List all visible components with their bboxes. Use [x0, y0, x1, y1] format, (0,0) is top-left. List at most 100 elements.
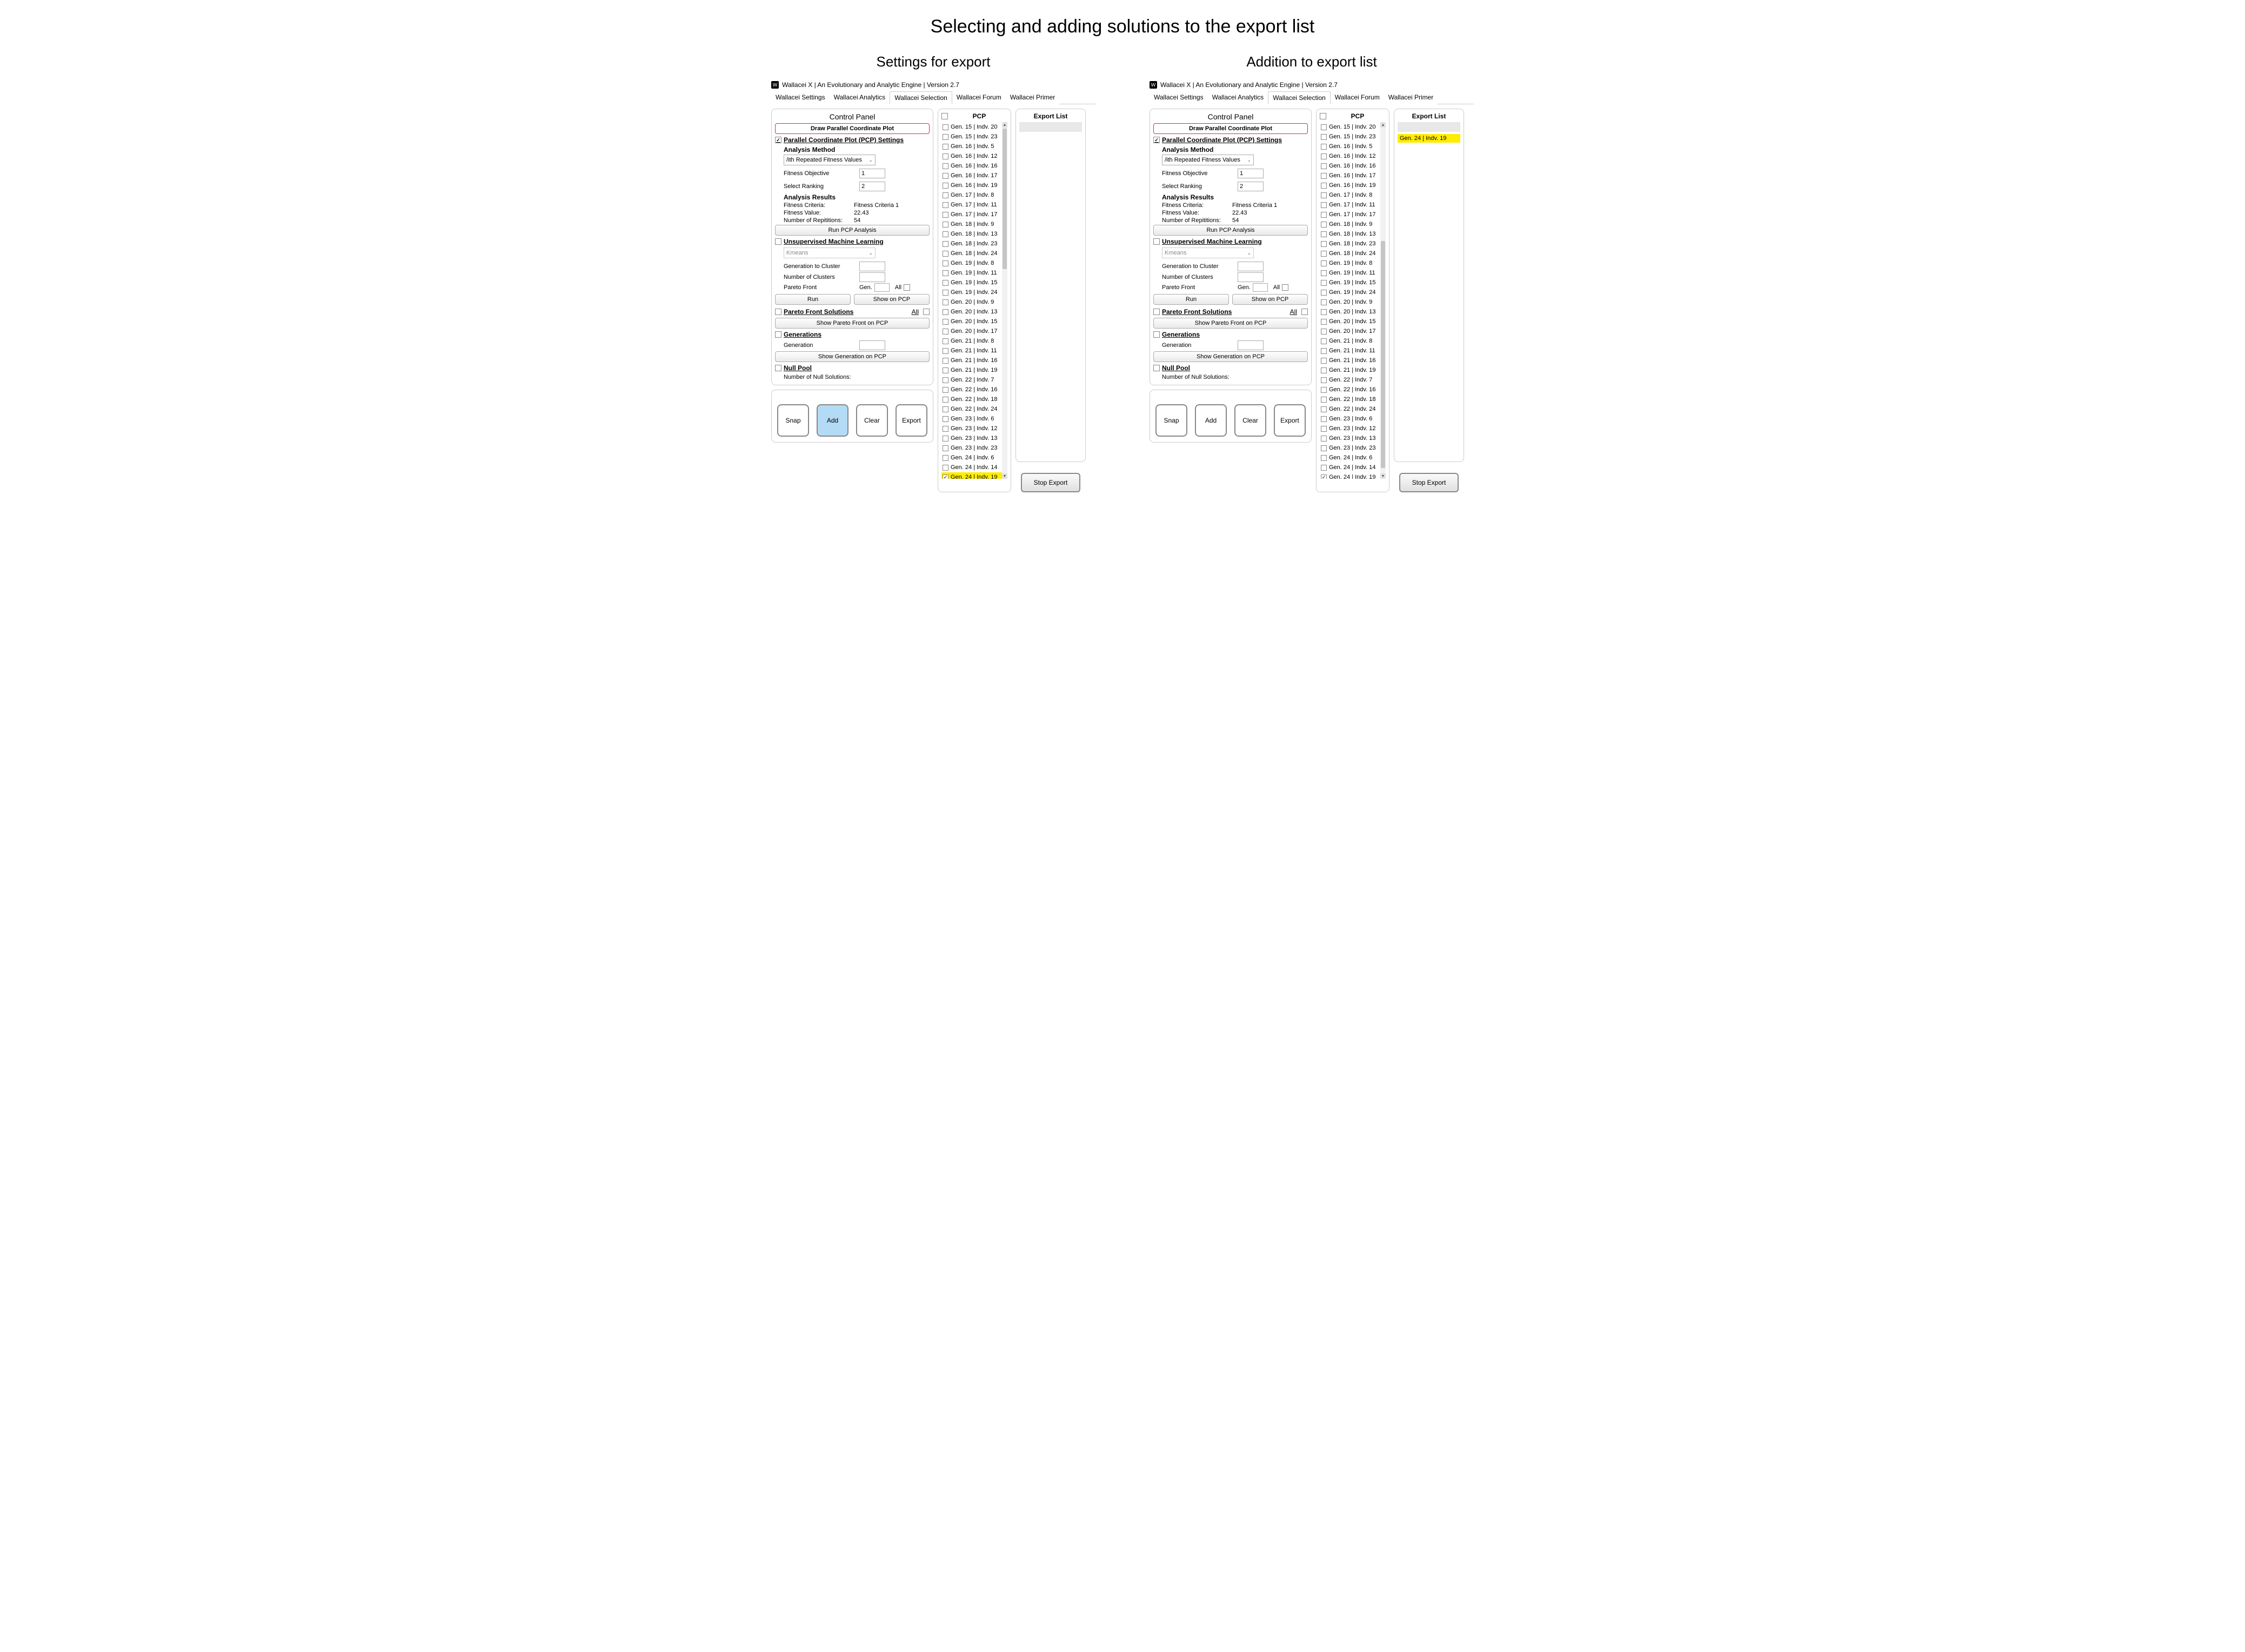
draw-pcp-button[interactable]: Draw Parallel Coordinate Plot	[775, 123, 930, 134]
pcp-list-item[interactable]: Gen. 16 | Indv. 19	[941, 180, 1002, 190]
pcp-list-item[interactable]: Gen. 22 | Indv. 16	[941, 385, 1002, 394]
scrollbar[interactable]: ▲ ▼	[1380, 122, 1386, 479]
pcp-item-checkbox[interactable]	[1321, 426, 1327, 432]
pcp-item-checkbox[interactable]	[1321, 280, 1327, 286]
generation-input[interactable]	[1238, 340, 1264, 350]
pcp-list-item[interactable]: Gen. 18 | Indv. 24	[1320, 249, 1380, 258]
num-clusters-input[interactable]	[859, 272, 885, 282]
pcp-item-checkbox[interactable]	[943, 212, 948, 218]
pcp-list-item[interactable]: Gen. 21 | Indv. 19	[941, 365, 1002, 375]
gen-cluster-input[interactable]	[1238, 262, 1264, 271]
pcp-item-checkbox[interactable]	[1321, 173, 1327, 179]
pcp-item-checkbox[interactable]	[1321, 192, 1327, 198]
pcp-item-checkbox[interactable]	[1321, 329, 1327, 335]
pcp-item-checkbox[interactable]	[943, 338, 948, 344]
pcp-item-checkbox[interactable]	[943, 124, 948, 130]
pcp-list-item[interactable]: Gen. 19 | Indv. 15	[1320, 278, 1380, 287]
pcp-list-item[interactable]: Gen. 17 | Indv. 11	[1320, 200, 1380, 210]
pcp-list-item[interactable]: Gen. 22 | Indv. 7	[941, 375, 1002, 385]
pcp-item-checkbox[interactable]	[1321, 309, 1327, 315]
pcp-list-item[interactable]: Gen. 18 | Indv. 24	[941, 249, 1002, 258]
pcp-item-checkbox[interactable]	[943, 465, 948, 471]
pcp-item-checkbox[interactable]: ✓	[943, 474, 948, 479]
pcp-item-checkbox[interactable]	[1321, 163, 1327, 169]
pcp-settings-header[interactable]: ✓ Parallel Coordinate Plot (PCP) Setting…	[775, 136, 930, 144]
pcp-item-checkbox[interactable]	[943, 367, 948, 373]
pcp-list-item[interactable]: Gen. 20 | Indv. 9	[941, 297, 1002, 307]
pcp-list-item[interactable]: Gen. 24 | Indv. 14	[941, 463, 1002, 472]
draw-pcp-button[interactable]: Draw Parallel Coordinate Plot	[1153, 123, 1308, 134]
snap-button[interactable]: Snap	[777, 404, 809, 437]
pcp-item-checkbox[interactable]	[943, 416, 948, 422]
pcp-item-checkbox[interactable]	[1321, 348, 1327, 354]
pcp-list-item[interactable]: Gen. 24 | Indv. 14	[1320, 463, 1380, 472]
pareto-all-checkbox[interactable]	[1301, 309, 1308, 315]
scroll-thumb[interactable]	[1381, 241, 1385, 468]
gen-field[interactable]	[1253, 283, 1268, 292]
pcp-list[interactable]: Gen. 15 | Indv. 20Gen. 15 | Indv. 23Gen.…	[1320, 122, 1380, 479]
pcp-list-item[interactable]: Gen. 22 | Indv. 24	[941, 404, 1002, 414]
pcp-list-item[interactable]: Gen. 19 | Indv. 11	[1320, 268, 1380, 278]
tab-wallacei-primer[interactable]: Wallacei Primer	[1006, 91, 1060, 104]
tab-wallacei-analytics[interactable]: Wallacei Analytics	[1208, 91, 1268, 104]
pcp-item-checkbox[interactable]	[1321, 397, 1327, 403]
pcp-item-checkbox[interactable]	[1321, 144, 1327, 150]
run-pcp-analysis-button[interactable]: Run PCP Analysis	[775, 225, 930, 236]
scroll-up-icon[interactable]: ▲	[1002, 122, 1007, 128]
pcp-list-item[interactable]: Gen. 22 | Indv. 18	[1320, 394, 1380, 404]
pcp-item-checkbox[interactable]	[1321, 338, 1327, 344]
pcp-list-item[interactable]: Gen. 23 | Indv. 13	[941, 433, 1002, 443]
uml-header[interactable]: Unsupervised Machine Learning	[1153, 238, 1308, 245]
pcp-item-checkbox[interactable]	[943, 153, 948, 159]
pcp-list-item[interactable]: Gen. 21 | Indv. 8	[1320, 336, 1380, 346]
tab-wallacei-analytics[interactable]: Wallacei Analytics	[830, 91, 890, 104]
pcp-item-checkbox[interactable]	[1321, 124, 1327, 130]
pcp-item-checkbox[interactable]	[943, 163, 948, 169]
pcp-list-item[interactable]: Gen. 15 | Indv. 20	[1320, 122, 1380, 132]
pcp-item-checkbox[interactable]	[943, 134, 948, 140]
export-list-item[interactable]: Gen. 24 | Indv. 19	[1398, 134, 1460, 143]
pcp-list-item[interactable]: Gen. 16 | Indv. 12	[941, 151, 1002, 161]
pcp-list-item[interactable]: Gen. 19 | Indv. 8	[941, 258, 1002, 268]
pcp-item-checkbox[interactable]	[943, 406, 948, 412]
tab-wallacei-forum[interactable]: Wallacei Forum	[952, 91, 1006, 104]
pcp-list-item[interactable]: Gen. 18 | Indv. 13	[941, 229, 1002, 239]
pareto-solutions-header[interactable]: Pareto Front Solutions All	[775, 308, 930, 316]
pcp-list[interactable]: Gen. 15 | Indv. 20Gen. 15 | Indv. 23Gen.…	[941, 122, 1002, 479]
show-pareto-pcp-button[interactable]: Show Pareto Front on PCP	[1153, 318, 1308, 329]
stop-export-button[interactable]: Stop Export	[1021, 473, 1080, 492]
pcp-list-item[interactable]: Gen. 20 | Indv. 17	[1320, 326, 1380, 336]
pcp-list-item[interactable]: Gen. 17 | Indv. 8	[1320, 190, 1380, 200]
pcp-item-checkbox[interactable]	[943, 455, 948, 461]
pcp-list-item[interactable]: Gen. 23 | Indv. 6	[1320, 414, 1380, 424]
all-checkbox[interactable]	[1282, 284, 1288, 291]
pcp-settings-header[interactable]: ✓ Parallel Coordinate Plot (PCP) Setting…	[1153, 136, 1308, 144]
pcp-list-item[interactable]: Gen. 19 | Indv. 8	[1320, 258, 1380, 268]
fitness-objective-input[interactable]	[1238, 169, 1264, 178]
clear-button[interactable]: Clear	[856, 404, 888, 437]
pcp-list-item[interactable]: Gen. 21 | Indv. 11	[1320, 346, 1380, 356]
tab-wallacei-forum[interactable]: Wallacei Forum	[1331, 91, 1384, 104]
pcp-item-checkbox[interactable]	[943, 183, 948, 189]
pcp-list-item[interactable]: Gen. 23 | Indv. 12	[1320, 424, 1380, 433]
export-button[interactable]: Export	[1274, 404, 1306, 437]
pcp-item-checkbox[interactable]	[943, 144, 948, 150]
pcp-list-item[interactable]: Gen. 16 | Indv. 5	[1320, 142, 1380, 151]
uml-method-select[interactable]: Kmeans⌄	[784, 248, 876, 258]
pcp-item-checkbox[interactable]	[943, 329, 948, 335]
pcp-list-item[interactable]: Gen. 17 | Indv. 8	[941, 190, 1002, 200]
pcp-list-item[interactable]: Gen. 18 | Indv. 23	[941, 239, 1002, 249]
pcp-list-item[interactable]: Gen. 16 | Indv. 12	[1320, 151, 1380, 161]
pcp-item-checkbox[interactable]	[1321, 241, 1327, 247]
pcp-item-checkbox[interactable]	[943, 280, 948, 286]
null-pool-header[interactable]: Null Pool	[775, 364, 930, 372]
snap-button[interactable]: Snap	[1155, 404, 1187, 437]
pcp-list-item[interactable]: Gen. 23 | Indv. 12	[941, 424, 1002, 433]
all-checkbox[interactable]	[904, 284, 910, 291]
pcp-list-item[interactable]: Gen. 19 | Indv. 11	[941, 268, 1002, 278]
pcp-item-checkbox[interactable]	[1321, 202, 1327, 208]
pcp-item-checkbox[interactable]	[1321, 153, 1327, 159]
analysis-method-select[interactable]: /ith Repeated Fitness Values⌄	[1162, 155, 1254, 165]
pcp-item-checkbox[interactable]	[943, 387, 948, 393]
pcp-settings-checkbox[interactable]: ✓	[775, 137, 781, 143]
